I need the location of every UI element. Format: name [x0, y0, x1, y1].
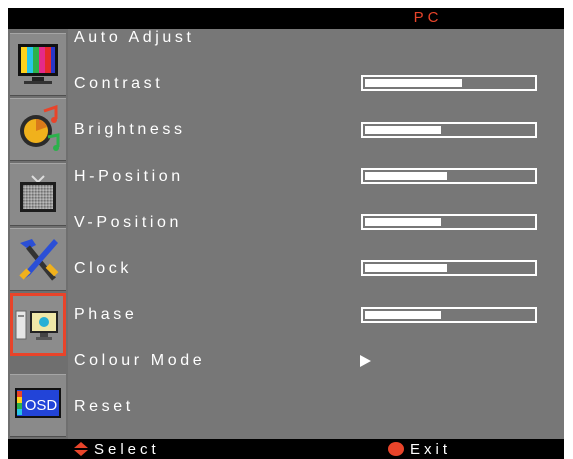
slider-fill — [365, 126, 441, 134]
contrast-slider[interactable] — [361, 75, 537, 91]
osd-menu: PC OSD Auto Adjust Contrast Brightness H… — [8, 8, 564, 459]
menu-item-brightness[interactable]: Brightness — [74, 121, 186, 139]
color-bars-icon — [18, 44, 58, 84]
sidebar-item-audio[interactable] — [10, 98, 66, 161]
footer-bar: Select Exit — [8, 439, 564, 459]
title-bar: PC — [8, 8, 564, 29]
menu-item-reset[interactable]: Reset — [74, 398, 134, 416]
sidebar-item-osd[interactable]: OSD — [10, 374, 66, 437]
sidebar-item-picture[interactable] — [10, 33, 66, 96]
clock-slider[interactable] — [361, 260, 537, 276]
tv-screen-icon — [20, 175, 56, 212]
phase-slider[interactable] — [361, 307, 537, 323]
page-title: PC — [413, 9, 443, 26]
sidebar: OSD — [8, 29, 68, 439]
slider-fill — [365, 264, 447, 272]
brightness-slider[interactable] — [361, 122, 537, 138]
pc-monitor-icon — [15, 310, 58, 340]
submenu-arrow-icon[interactable] — [360, 355, 371, 367]
osd-icon: OSD — [15, 388, 61, 418]
sidebar-item-pc[interactable] — [10, 293, 66, 356]
up-down-arrow-icon — [74, 442, 88, 456]
tools-icon — [19, 239, 59, 281]
slider-fill — [365, 79, 462, 87]
exit-button-icon — [388, 442, 404, 456]
menu-item-contrast[interactable]: Contrast — [74, 75, 163, 93]
menu-item-phase[interactable]: Phase — [74, 306, 137, 324]
v-position-slider[interactable] — [361, 214, 537, 230]
sidebar-item-setup[interactable] — [10, 228, 66, 291]
slider-fill — [365, 311, 441, 319]
menu-item-colour-mode[interactable]: Colour Mode — [74, 352, 205, 370]
slider-fill — [365, 218, 441, 226]
menu-item-auto-adjust[interactable]: Auto Adjust — [74, 29, 195, 47]
exit-hint: Exit — [410, 441, 452, 458]
select-hint: Select — [94, 441, 160, 458]
osd-icon-text: OSD — [25, 397, 58, 414]
h-position-slider[interactable] — [361, 168, 537, 184]
sidebar-item-display[interactable] — [10, 163, 66, 226]
speaker-note-icon — [20, 105, 60, 151]
menu-item-h-position[interactable]: H-Position — [74, 168, 184, 186]
slider-fill — [365, 172, 447, 180]
menu-item-clock[interactable]: Clock — [74, 260, 132, 278]
menu-item-v-position[interactable]: V-Position — [74, 214, 182, 232]
